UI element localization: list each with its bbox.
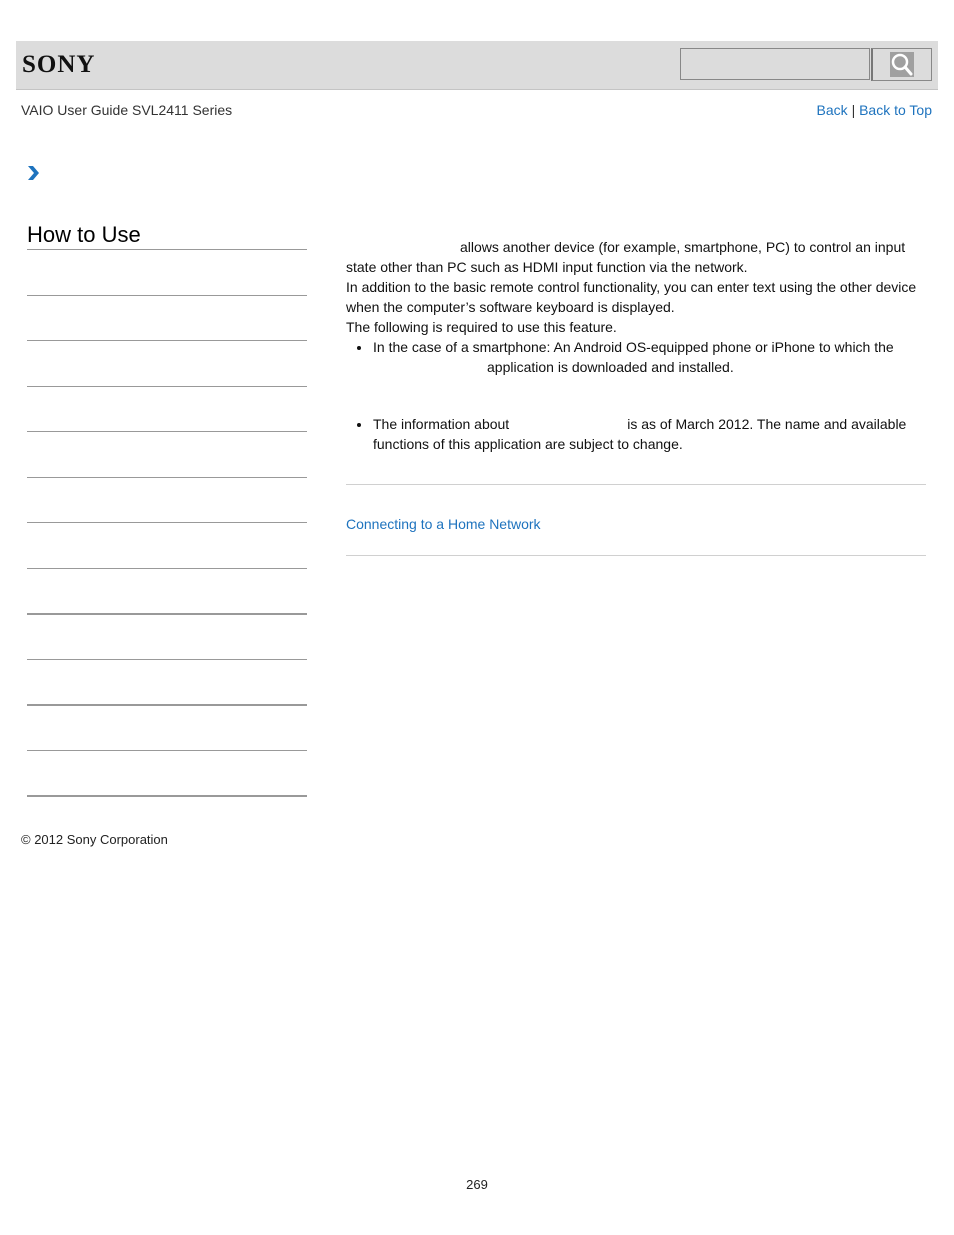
sidebar-divider — [27, 704, 307, 706]
paragraph-intro-line1: allows another device (for example, smar… — [460, 239, 906, 255]
sidebar-divider — [27, 477, 307, 478]
sidebar-divider — [27, 295, 307, 296]
related-topic-link[interactable]: Connecting to a Home Network — [346, 516, 541, 532]
sony-logo: SONY — [22, 51, 96, 78]
sidebar-divider — [27, 522, 307, 523]
guide-title: VAIO User Guide SVL2411 Series — [21, 102, 233, 118]
top-nav-links: Back | Back to Top — [817, 102, 932, 118]
requirement-bullet: In the case of a smartphone: An Android … — [346, 337, 928, 377]
bullet-line1: In the case of a smartphone: An Android … — [373, 339, 894, 355]
paragraph-keyboard-line1: In addition to the basic remote control … — [346, 279, 917, 295]
main-content: allows another device (for example, smar… — [346, 237, 928, 454]
link-separator: | — [851, 102, 856, 118]
copyright: © 2012 Sony Corporation — [21, 832, 168, 847]
sidebar-divider — [27, 659, 307, 660]
back-to-top-link[interactable]: Back to Top — [859, 102, 932, 118]
sidebar-divider — [27, 613, 307, 615]
sidebar-divider — [27, 249, 307, 250]
header-bar: SONY — [16, 41, 938, 90]
note-bullet: The information about is as of March 2012… — [346, 414, 928, 454]
sidebar-divider — [27, 340, 307, 341]
sidebar-heading: How to Use — [27, 222, 141, 247]
search-button[interactable] — [871, 48, 932, 81]
section-divider — [346, 484, 926, 485]
section-divider — [346, 555, 926, 556]
paragraph-keyboard-line2: when the computer’s software keyboard is… — [346, 299, 675, 315]
page-number: 269 — [466, 1177, 488, 1192]
paragraph-requirement: The following is required to use this fe… — [346, 319, 617, 335]
note-line2: functions of this application are subjec… — [373, 436, 683, 452]
chevron-right-icon — [26, 165, 40, 186]
note-line1-a: The information about — [373, 416, 510, 432]
sidebar-divider — [27, 795, 307, 797]
back-link[interactable]: Back — [817, 102, 848, 118]
paragraph-intro-line2: state other than PC such as HDMI input f… — [346, 259, 748, 275]
search-input[interactable] — [680, 48, 870, 80]
magnifier-icon — [890, 52, 914, 77]
sidebar-divider — [27, 568, 307, 569]
sidebar-divider — [27, 750, 307, 751]
note-line1-b: is as of March 2012. The name and availa… — [627, 416, 907, 432]
note-line1: The information about is as of March 2012… — [373, 414, 928, 434]
bullet-line2: application is downloaded and installed. — [487, 359, 734, 375]
sidebar-divider — [27, 431, 307, 432]
sidebar-divider — [27, 386, 307, 387]
